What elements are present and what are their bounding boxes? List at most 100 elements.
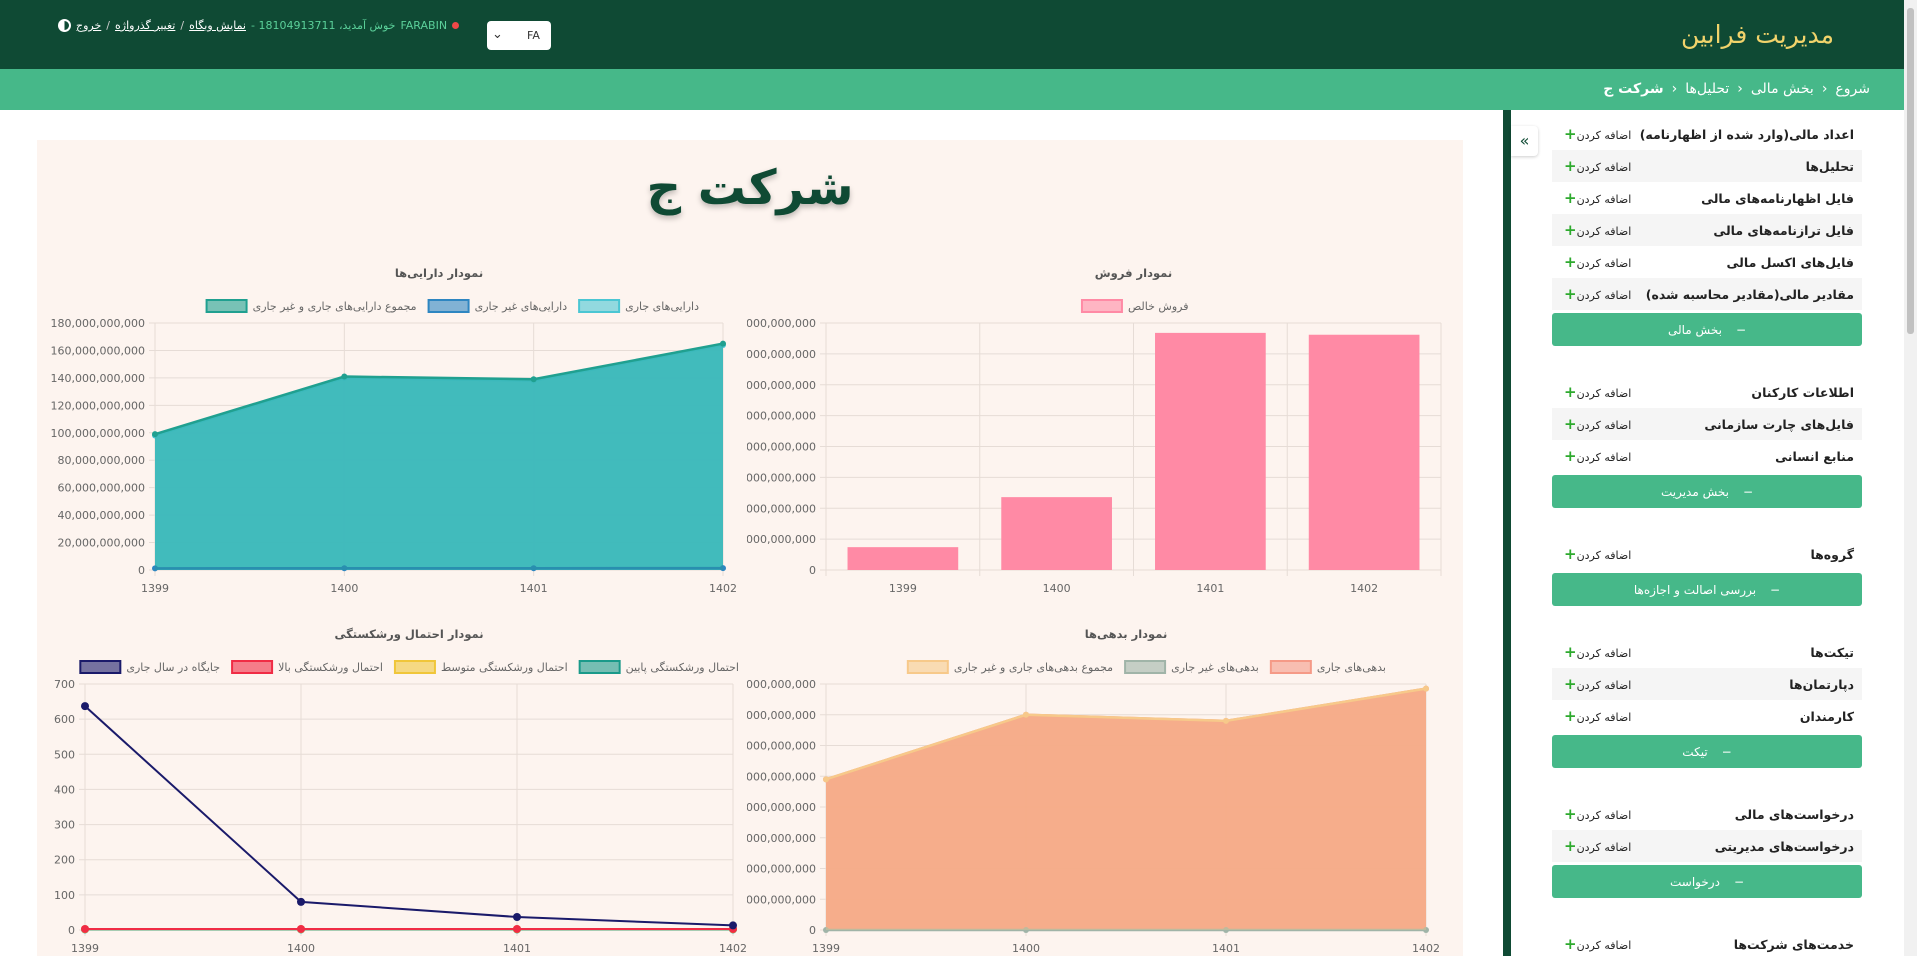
sidebar-item-label[interactable]: فایل‌های اکسل مالی	[1727, 255, 1854, 270]
section-gap	[1552, 606, 1862, 636]
sidebar-item[interactable]: +اضافه کردن اطلاعات کارکنان	[1552, 376, 1862, 408]
add-button[interactable]: +اضافه کردن	[1560, 383, 1631, 401]
section-toggle-button[interactable]: −بررسی اصالت و اجازه‌ها	[1552, 573, 1862, 606]
y-tick-label: 100,000,000,000	[747, 770, 816, 783]
plus-icon: +	[1564, 643, 1577, 661]
logout-link[interactable]: خروج	[76, 19, 101, 32]
sidebar-section: +اضافه کردن اطلاعات کارکنان +اضافه کردن فای…	[1552, 376, 1862, 538]
y-tick-label: 120,000,000,000	[747, 740, 816, 753]
add-button[interactable]: +اضافه کردن	[1560, 125, 1631, 143]
data-point	[152, 431, 158, 437]
plus-icon: +	[1564, 707, 1577, 725]
add-label: اضافه کردن	[1577, 939, 1632, 952]
x-tick-label: 1399	[889, 582, 917, 595]
page-scrollbar-thumb[interactable]	[1907, 8, 1914, 334]
sidebar-item-label[interactable]: درخواست‌های مدیریتی	[1715, 839, 1854, 854]
section-toggle-button[interactable]: −تیکت	[1552, 735, 1862, 768]
sidebar-item[interactable]: +اضافه کردن دپارتمان‌ها	[1552, 668, 1862, 700]
sidebar-item[interactable]: +اضافه کردن درخواست‌های مدیریتی	[1552, 830, 1862, 862]
sidebar-item-label[interactable]: دپارتمان‌ها	[1789, 677, 1854, 692]
show-website-link[interactable]: نمایش وبگاه	[189, 19, 246, 32]
sidebar-item[interactable]: +اضافه کردن مقادیر مالی(مقادیر محاسبه شده…	[1552, 278, 1862, 310]
sidebar-item-label[interactable]: کارمندان	[1800, 709, 1854, 724]
sidebar-item-label[interactable]: تحلیل‌ها	[1806, 159, 1854, 174]
data-point	[531, 376, 537, 382]
y-tick-label: 600	[54, 713, 75, 726]
section-toggle-button[interactable]: −درخواست	[1552, 865, 1862, 898]
legend-swatch	[395, 661, 435, 673]
sidebar-item-label[interactable]: مقادیر مالی(مقادیر محاسبه شده)	[1646, 287, 1854, 302]
add-button[interactable]: +اضافه کردن	[1560, 415, 1631, 433]
sidebar-item[interactable]: +اضافه کردن تحلیل‌ها	[1552, 150, 1862, 182]
user-tools: خروج / تغییر گذرواژه / نمایش وبگاه - خوش…	[56, 19, 459, 32]
sidebar-item-label[interactable]: گروه‌ها	[1810, 547, 1854, 562]
sidebar-item[interactable]: +اضافه کردن فایل ترازنامه‌های مالی	[1552, 214, 1862, 246]
add-label: اضافه کردن	[1577, 289, 1632, 302]
y-tick-label: 100,000,000,000	[747, 502, 816, 515]
sidebar-item[interactable]: +اضافه کردن درخواست‌های مالی	[1552, 798, 1862, 830]
breadcrumb-analyses[interactable]: تحلیل‌ها	[1685, 81, 1729, 97]
brand-title[interactable]: مدیریت فرابین	[1681, 20, 1834, 49]
legend-label: فروش خالص	[1128, 300, 1189, 313]
data-point	[81, 925, 89, 933]
section-toggle-button[interactable]: −بخش مدیریت	[1552, 475, 1862, 508]
sidebar-item[interactable]: +اضافه کردن اعداد مالی(وارد شده از اظهارن…	[1552, 118, 1862, 150]
y-tick-label: 350,000,000,000	[747, 348, 816, 361]
legend-label: دارایی‌های جاری	[625, 300, 699, 313]
breadcrumb-finance[interactable]: بخش مالی	[1751, 81, 1814, 97]
language-select[interactable]: ⌄ FA	[487, 21, 551, 50]
sidebar-item-label[interactable]: اعداد مالی(وارد شده از اظهارنامه)	[1640, 127, 1854, 142]
add-button[interactable]: +اضافه کردن	[1560, 675, 1631, 693]
plus-icon: +	[1564, 837, 1577, 855]
sidebar-item[interactable]: +اضافه کردن کارمندان	[1552, 700, 1862, 732]
sidebar-item[interactable]: +اضافه کردن فایل‌های اکسل مالی	[1552, 246, 1862, 278]
section-toggle-button[interactable]: −بخش مالی	[1552, 313, 1862, 346]
add-button[interactable]: +اضافه کردن	[1560, 447, 1631, 465]
y-tick-label: 200,000,000,000	[747, 441, 816, 454]
sidebar-item[interactable]: +اضافه کردن فایل‌های چارت سازمانی	[1552, 408, 1862, 440]
y-tick-label: 0	[809, 924, 816, 937]
sidebar-item[interactable]: +اضافه کردن خدمت‌های شرکت‌ها	[1552, 928, 1862, 960]
debts-chart: نمودار بدهی‌هابدهی‌های جاریبدهی‌های غیر …	[747, 616, 1467, 956]
sidebar-item[interactable]: +اضافه کردن منابع انسانی	[1552, 440, 1862, 472]
sidebar-item[interactable]: +اضافه کردن گروه‌ها	[1552, 538, 1862, 570]
sidebar-item[interactable]: +اضافه کردن تیکت‌ها	[1552, 636, 1862, 668]
add-button[interactable]: +اضافه کردن	[1560, 545, 1631, 563]
sidebar-item-label[interactable]: منابع انسانی	[1775, 449, 1854, 464]
y-tick-label: 400	[54, 783, 75, 796]
y-tick-label: 150,000,000,000	[747, 471, 816, 484]
sidebar-item-label[interactable]: فایل‌های چارت سازمانی	[1704, 417, 1854, 432]
x-tick-label: 1401	[503, 942, 531, 955]
breadcrumb-home[interactable]: شروع	[1835, 81, 1870, 97]
y-tick-label: 50,000,000,000	[747, 533, 816, 546]
collapse-sidebar-icon[interactable]: «	[1511, 126, 1538, 156]
add-button[interactable]: +اضافه کردن	[1560, 221, 1631, 239]
add-button[interactable]: +اضافه کردن	[1560, 189, 1631, 207]
sidebar-item-label[interactable]: فایل اظهارنامه‌های مالی	[1701, 191, 1854, 206]
bar	[1309, 335, 1420, 570]
plus-icon: +	[1564, 805, 1577, 823]
add-label: اضافه کردن	[1577, 225, 1632, 238]
language-value: FA	[527, 29, 540, 42]
sidebar-item-label[interactable]: درخواست‌های مالی	[1735, 807, 1854, 822]
sidebar-item-label[interactable]: اطلاعات کارکنان	[1751, 385, 1854, 400]
plus-icon: +	[1564, 675, 1577, 693]
y-tick-label: 20,000,000,000	[58, 537, 145, 550]
change-password-link[interactable]: تغییر گذرواژه	[115, 19, 175, 32]
sidebar-item-label[interactable]: تیکت‌ها	[1810, 645, 1854, 660]
y-tick-label: 160,000,000,000	[51, 344, 145, 357]
add-button[interactable]: +اضافه کردن	[1560, 837, 1631, 855]
add-button[interactable]: +اضافه کردن	[1560, 643, 1631, 661]
sidebar-item[interactable]: +اضافه کردن فایل اظهارنامه‌های مالی	[1552, 182, 1862, 214]
add-button[interactable]: +اضافه کردن	[1560, 157, 1631, 175]
add-button[interactable]: +اضافه کردن	[1560, 935, 1631, 953]
add-button[interactable]: +اضافه کردن	[1560, 285, 1631, 303]
sales-chart: نمودار فروشفروش خالص050,000,000,000100,0…	[747, 255, 1467, 595]
add-button[interactable]: +اضافه کردن	[1560, 805, 1631, 823]
add-button[interactable]: +اضافه کردن	[1560, 707, 1631, 725]
sidebar-item-label[interactable]: خدمت‌های شرکت‌ها	[1734, 937, 1854, 952]
page-scrollbar[interactable]	[1904, 0, 1917, 956]
theme-toggle-icon[interactable]	[58, 19, 71, 32]
add-button[interactable]: +اضافه کردن	[1560, 253, 1631, 271]
sidebar-item-label[interactable]: فایل ترازنامه‌های مالی	[1713, 223, 1854, 238]
